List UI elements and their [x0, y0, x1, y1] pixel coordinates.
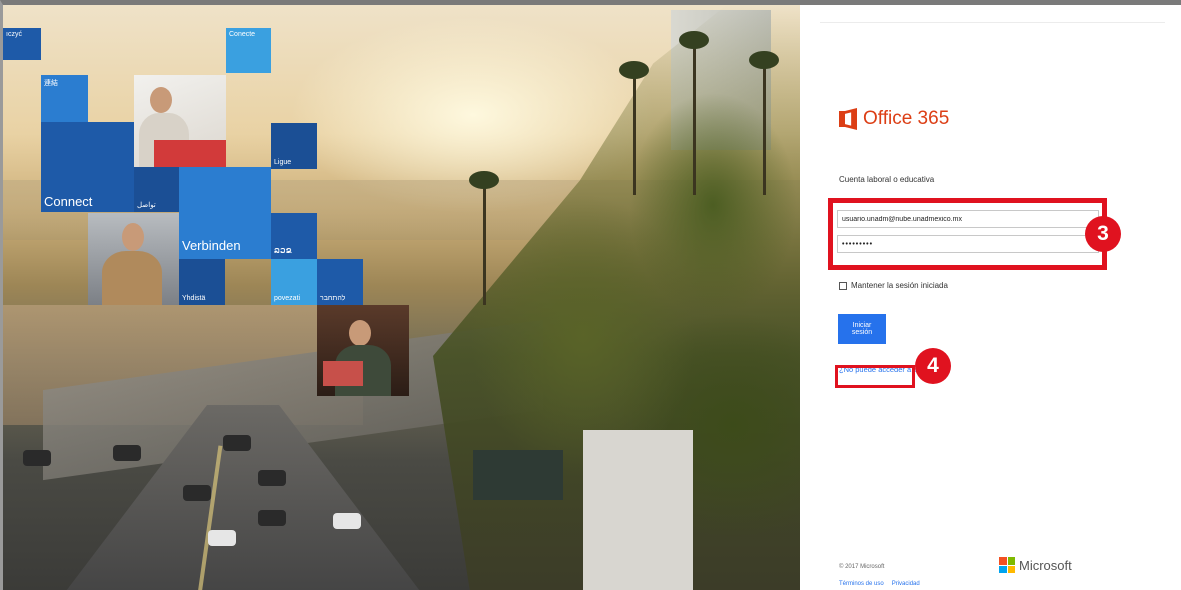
keep-signed-in-checkbox[interactable] — [839, 281, 847, 290]
footer-links: Términos de uso Privacidad — [839, 581, 920, 587]
terms-link[interactable]: Términos de uso — [839, 581, 884, 587]
palm-tree — [469, 171, 499, 305]
car — [223, 435, 251, 451]
background-image: ıczyć Conecte 連結 Connect تواصل Ligue Ver… — [3, 5, 800, 590]
brand-title: Office 365 — [863, 108, 950, 129]
tile-word: ລວຂ — [271, 213, 317, 259]
tile-verbinden: Verbinden — [182, 238, 241, 253]
account-type-label: Cuenta laboral o educativa — [839, 175, 935, 184]
office-logo-icon — [839, 108, 857, 130]
signin-button[interactable]: Iniciar sesión — [838, 314, 886, 344]
microsoft-logo: Microsoft — [999, 557, 1072, 573]
annotation-step-marker: 4 — [915, 348, 951, 384]
copyright: © 2017 Microsoft — [839, 564, 885, 570]
palm-tree — [749, 51, 779, 195]
tile-word: Ligue — [271, 123, 317, 169]
tile-word: Conecte — [226, 28, 271, 73]
person-body — [102, 251, 162, 305]
tile-word: 連結 — [41, 75, 88, 122]
car — [258, 470, 286, 486]
microsoft-wordmark: Microsoft — [1019, 557, 1072, 573]
car — [23, 450, 51, 466]
photo-tile-man-phone — [88, 213, 179, 305]
login-panel: Office 365 Cuenta laboral o educativa 3 … — [800, 5, 1181, 590]
office-brand: Office 365 — [839, 108, 949, 130]
annotation-highlight-box — [835, 365, 915, 388]
person-head — [122, 223, 144, 251]
car — [183, 485, 211, 501]
tile-connect: Connect — [41, 122, 134, 212]
annotation-step-marker: 3 — [1085, 216, 1121, 252]
microsoft-logo-icon — [999, 557, 1015, 573]
road-sign — [473, 450, 563, 500]
keep-signed-in[interactable]: Mantener la sesión iniciada — [839, 281, 948, 290]
tile-word: להתחבר — [317, 259, 363, 305]
photo-tile-woman-coffee — [134, 75, 226, 167]
palm-tree — [679, 31, 709, 195]
tile-word: povezati — [271, 259, 317, 305]
person-head — [349, 320, 371, 346]
palm-tree — [619, 61, 649, 195]
car — [113, 445, 141, 461]
red-chair — [154, 140, 226, 167]
person-head — [150, 87, 172, 113]
keep-signed-in-label: Mantener la sesión iniciada — [851, 281, 948, 290]
car — [258, 510, 286, 526]
divider — [820, 22, 1165, 23]
tile-word: ıczyć — [3, 28, 41, 60]
photo-tile-woman-laptop — [317, 305, 409, 396]
concrete-wall — [583, 430, 693, 590]
laptop — [323, 361, 363, 386]
tile-word: Yhdistä — [179, 259, 225, 305]
privacy-link[interactable]: Privacidad — [892, 581, 920, 587]
annotation-highlight-box — [828, 198, 1107, 270]
tile-word: تواصل — [134, 167, 179, 212]
car — [208, 530, 236, 546]
car — [333, 513, 361, 529]
